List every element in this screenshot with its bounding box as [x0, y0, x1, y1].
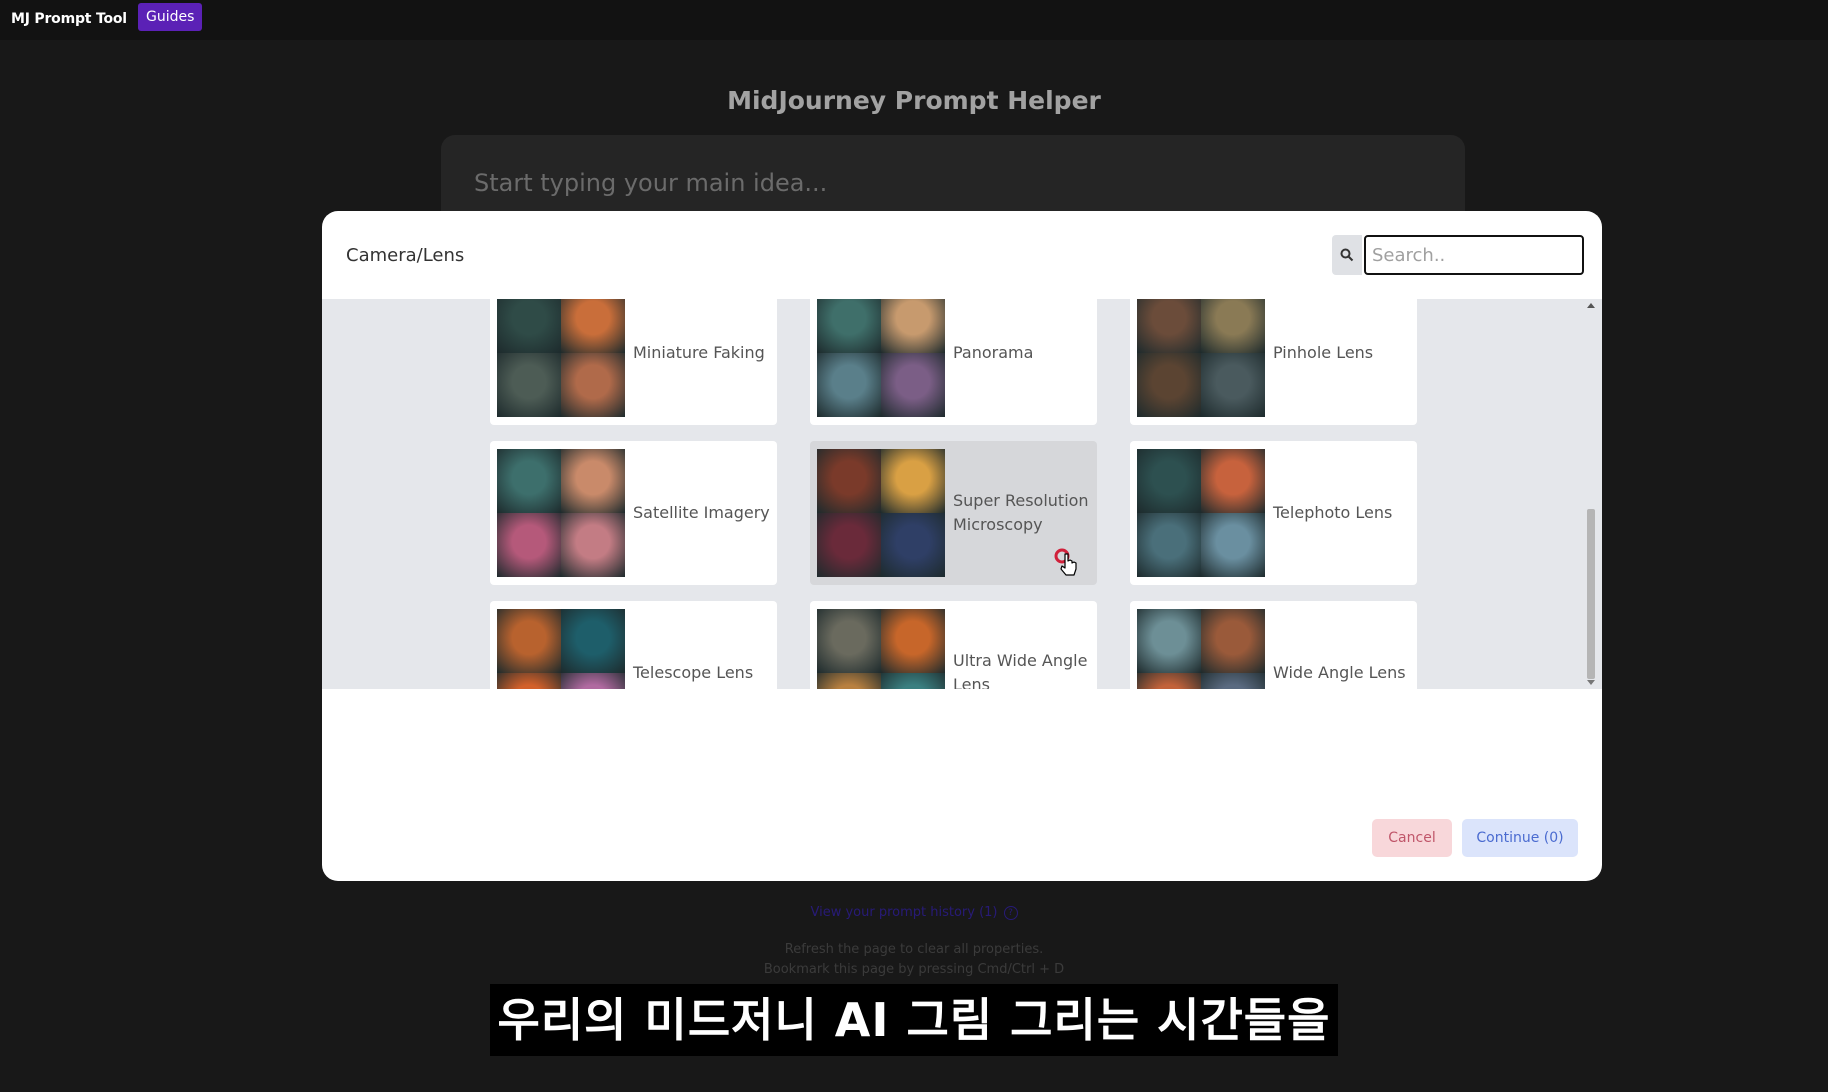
option-label: Telephoto Lens [1273, 503, 1393, 522]
thumb-tile [1137, 513, 1201, 577]
thumb-tile [561, 299, 625, 353]
option-card-pinhole-lens[interactable]: Pinhole Lens [1130, 299, 1417, 425]
thumb-tile [497, 449, 561, 513]
thumb-tile [561, 353, 625, 417]
thumb-tile [497, 673, 561, 689]
option-thumbnail [1137, 609, 1265, 689]
thumb-tile [1201, 353, 1265, 417]
thumb-tile [817, 609, 881, 673]
option-label: Ultra Wide Angle Lens [953, 651, 1088, 689]
thumb-tile [817, 449, 881, 513]
pointer-cursor-icon [1054, 548, 1077, 576]
thumb-tile [1201, 513, 1265, 577]
option-card-wide-angle-lens[interactable]: Wide Angle Lens [1130, 601, 1417, 689]
thumb-tile [1137, 673, 1201, 689]
search-icon [1340, 248, 1354, 262]
search-button[interactable] [1332, 235, 1362, 275]
option-label: Satellite Imagery [633, 503, 770, 522]
thumb-tile [1137, 449, 1201, 513]
thumb-tile [881, 449, 945, 513]
option-thumbnail [497, 299, 625, 417]
option-label: Pinhole Lens [1273, 343, 1374, 362]
thumb-tile [817, 673, 881, 689]
thumb-tile [497, 609, 561, 673]
option-card-miniature-faking[interactable]: Miniature Faking [490, 299, 777, 425]
option-card-ultra-wide-angle-lens[interactable]: Ultra Wide Angle Lens [810, 601, 1097, 689]
scrollbar[interactable] [1584, 299, 1598, 689]
continue-button[interactable]: Continue (0) [1462, 819, 1578, 857]
option-thumbnail [497, 449, 625, 577]
option-grid: Miniature Faking Panorama Pinhole Lens S… [322, 299, 1602, 689]
option-label: Telescope Lens [633, 663, 754, 682]
thumb-tile [1201, 299, 1265, 353]
thumb-tile [1137, 609, 1201, 673]
thumb-tile [1137, 353, 1201, 417]
option-label: Miniature Faking [633, 343, 765, 362]
thumb-tile [881, 673, 945, 689]
thumb-tile [1201, 609, 1265, 673]
thumb-tile [881, 609, 945, 673]
thumb-tile [561, 673, 625, 689]
top-bar: MJ Prompt Tool Guides [0, 0, 1828, 40]
scroll-down-icon[interactable] [1587, 680, 1595, 685]
brand-link[interactable]: MJ Prompt Tool [11, 8, 127, 30]
modal-title: Camera/Lens [346, 245, 465, 266]
thumb-tile [1201, 449, 1265, 513]
thumb-tile [497, 513, 561, 577]
thumb-tile [817, 299, 881, 353]
thumb-tile [561, 609, 625, 673]
thumb-tile [497, 299, 561, 353]
option-card-satellite-imagery[interactable]: Satellite Imagery [490, 441, 777, 585]
thumb-tile [881, 299, 945, 353]
thumb-tile [817, 513, 881, 577]
search-input[interactable] [1364, 235, 1584, 275]
thumb-tile [497, 353, 561, 417]
option-thumbnail [1137, 299, 1265, 417]
thumb-tile [817, 353, 881, 417]
option-card-telephoto-lens[interactable]: Telephoto Lens [1130, 441, 1417, 585]
thumb-tile [1201, 673, 1265, 689]
scroll-up-icon[interactable] [1587, 303, 1595, 308]
scroll-thumb[interactable] [1587, 509, 1595, 679]
option-thumbnail [817, 299, 945, 417]
guides-button[interactable]: Guides [138, 3, 203, 31]
thumb-tile [881, 353, 945, 417]
cancel-button[interactable]: Cancel [1372, 819, 1452, 857]
camera-lens-modal: Camera/Lens Miniature Faking Panorama Pi… [322, 211, 1602, 881]
option-card-panorama[interactable]: Panorama [810, 299, 1097, 425]
thumb-tile [1137, 299, 1201, 353]
option-card-telescope-lens[interactable]: Telescope Lens [490, 601, 777, 689]
option-label: Panorama [953, 343, 1034, 362]
thumb-tile [881, 513, 945, 577]
thumb-tile [561, 513, 625, 577]
option-label: Wide Angle Lens [1273, 663, 1406, 682]
option-thumbnail [817, 449, 945, 577]
video-subtitle: 우리의 미드저니 AI 그림 그리는 시간들을 [490, 984, 1338, 1056]
option-thumbnail [497, 609, 625, 689]
thumb-tile [561, 449, 625, 513]
option-thumbnail [1137, 449, 1265, 577]
option-thumbnail [817, 609, 945, 689]
